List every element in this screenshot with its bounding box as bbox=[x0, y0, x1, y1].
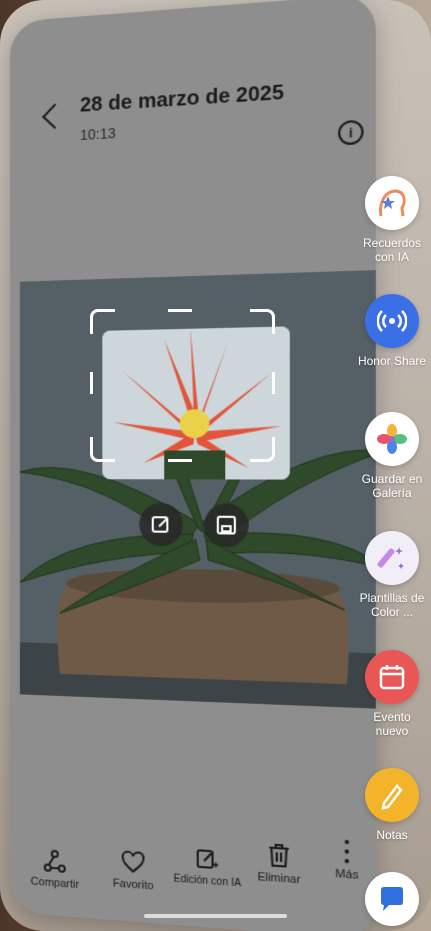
trash-icon bbox=[267, 842, 291, 869]
honor-share-icon bbox=[365, 294, 419, 348]
side-label-ai-memories: Recuerdos con IA bbox=[362, 236, 422, 264]
color-templates-icon bbox=[365, 531, 419, 585]
save-icon bbox=[216, 515, 237, 536]
photo-time: 10:13 bbox=[79, 124, 116, 144]
back-arrow-icon[interactable] bbox=[42, 103, 68, 130]
side-label-new-event: Evento nuevo bbox=[373, 710, 411, 738]
side-item-color-templates[interactable]: Plantillas de Color ... bbox=[356, 531, 428, 619]
screen: 28 de marzo de 2025 10:13 i Compartir Fa… bbox=[0, 0, 431, 931]
ai-edit-icon bbox=[195, 846, 219, 873]
edit-icon bbox=[151, 514, 172, 535]
side-item-notes[interactable]: Notas bbox=[356, 768, 428, 842]
side-item-new-event[interactable]: Evento nuevo bbox=[356, 650, 428, 738]
share-button[interactable]: Compartir bbox=[24, 847, 86, 892]
gallery-card[interactable]: 28 de marzo de 2025 10:13 i Compartir Fa… bbox=[10, 0, 376, 931]
share-label: Compartir bbox=[30, 875, 80, 892]
ai-edit-button[interactable]: Edición con IA bbox=[170, 844, 244, 890]
side-item-messages[interactable] bbox=[356, 872, 428, 926]
messages-icon bbox=[365, 872, 419, 926]
share-icon bbox=[43, 848, 67, 874]
favorite-label: Favorito bbox=[112, 877, 154, 893]
side-label-gallery: Guardar en Galería bbox=[361, 472, 423, 500]
crop-corner-top-left[interactable] bbox=[90, 309, 115, 334]
delete-button[interactable]: Eliminar bbox=[249, 841, 310, 887]
delete-label: Eliminar bbox=[257, 870, 301, 887]
side-label-honor-share: Honor Share bbox=[357, 354, 427, 368]
crop-edge-right[interactable] bbox=[250, 372, 275, 394]
home-indicator[interactable] bbox=[144, 914, 287, 918]
heart-icon bbox=[121, 849, 146, 875]
photo-date: 28 de marzo de 2025 bbox=[79, 81, 284, 117]
side-label-color-templates: Plantillas de Color ... bbox=[359, 591, 425, 619]
side-label-notes: Notas bbox=[376, 828, 408, 842]
more-label: Más bbox=[335, 867, 359, 882]
favorite-button[interactable]: Favorito bbox=[102, 848, 164, 893]
more-icon bbox=[344, 839, 350, 864]
calendar-icon bbox=[365, 650, 419, 704]
crop-edge-left[interactable] bbox=[90, 372, 115, 394]
save-crop-button[interactable] bbox=[204, 503, 249, 548]
side-item-honor-share[interactable]: Honor Share bbox=[356, 294, 428, 368]
edit-crop-button[interactable] bbox=[139, 502, 184, 547]
info-icon[interactable]: i bbox=[338, 119, 364, 146]
side-item-ai-memories[interactable]: Recuerdos con IA bbox=[356, 176, 428, 264]
crop-edge-bottom[interactable] bbox=[168, 437, 192, 462]
side-item-gallery[interactable]: Guardar en Galería bbox=[356, 412, 428, 500]
crop-corner-bottom-left[interactable] bbox=[90, 437, 115, 462]
crop-corner-bottom-right[interactable] bbox=[250, 437, 275, 462]
bottom-toolbar: Compartir Favorito Edición con IA Elimin… bbox=[10, 0, 376, 892]
gallery-icon bbox=[365, 412, 419, 466]
notes-icon bbox=[365, 768, 419, 822]
ai-memories-icon bbox=[365, 176, 419, 230]
crop-corner-top-right[interactable] bbox=[250, 309, 275, 334]
crop-edge-top[interactable] bbox=[168, 309, 192, 334]
ai-edit-label: Edición con IA bbox=[173, 873, 242, 890]
